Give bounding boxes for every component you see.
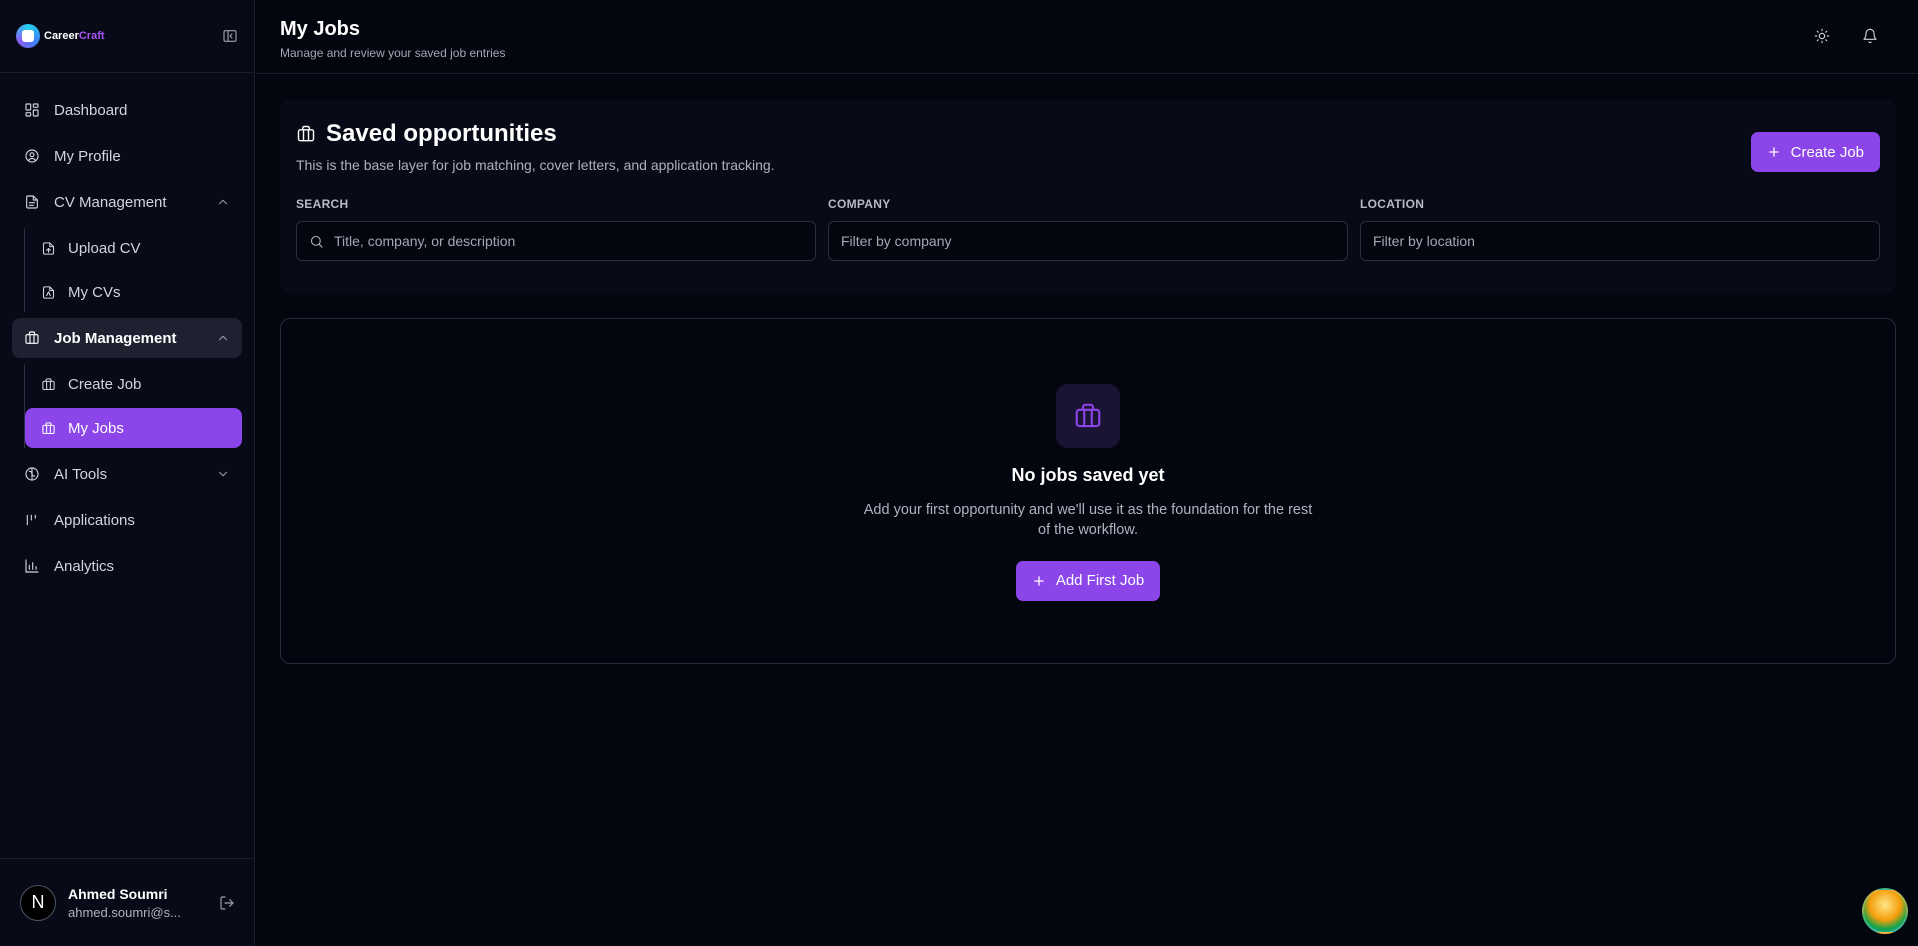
brain-icon <box>24 466 40 482</box>
location-input[interactable] <box>1373 233 1867 249</box>
sun-icon[interactable] <box>1814 28 1830 44</box>
page-subtitle: Manage and review your saved job entries <box>280 46 506 60</box>
plus-icon <box>1032 574 1046 588</box>
search-input[interactable] <box>334 233 803 249</box>
briefcase-icon <box>41 377 56 392</box>
sidebar-item-applications[interactable]: Applications <box>12 500 242 540</box>
sidebar-item-dashboard[interactable]: Dashboard <box>12 90 242 130</box>
chevron-down-icon <box>216 467 230 481</box>
sidebar-item-label: My Profile <box>54 147 121 165</box>
sidebar-item-create-job[interactable]: Create Job <box>25 364 242 404</box>
assistant-avatar-button[interactable] <box>1862 888 1908 934</box>
filter-label: COMPANY <box>828 197 891 211</box>
sidebar-item-label: Upload CV <box>68 239 141 257</box>
sidebar-item-analytics[interactable]: Analytics <box>12 546 242 586</box>
logo-text: CareerCraft <box>44 30 105 42</box>
create-job-label: Create Job <box>1790 143 1864 161</box>
cv-submenu: Upload CV My CVs <box>24 228 242 312</box>
create-job-button[interactable]: Create Job <box>1750 132 1880 172</box>
sidebar-nav: Dashboard My Profile CV Management Uploa… <box>0 73 254 586</box>
sidebar-item-label: My CVs <box>68 283 121 301</box>
empty-state-title: No jobs saved yet <box>1011 465 1165 485</box>
search-filter: SEARCH <box>296 197 816 261</box>
logout-icon[interactable] <box>219 895 235 911</box>
profile-icon <box>24 148 40 164</box>
avatar[interactable]: N <box>20 884 56 921</box>
file-upload-icon <box>41 241 56 256</box>
bell-icon[interactable] <box>1862 28 1878 44</box>
document-icon <box>24 194 40 210</box>
briefcase-icon <box>24 330 40 346</box>
sidebar-item-label: Applications <box>54 511 135 529</box>
add-first-job-label: Add First Job <box>1055 572 1145 590</box>
sidebar-item-label: Analytics <box>54 557 115 575</box>
sidebar: CareerCraft Dashboard My Profile CV Mana… <box>0 0 255 946</box>
chevron-up-icon <box>216 195 230 209</box>
user-email: ahmed.soumri@s... <box>68 904 181 920</box>
company-input[interactable] <box>841 233 1335 249</box>
panel-subtitle: This is the base layer for job matching,… <box>296 157 775 173</box>
sidebar-item-ai-tools[interactable]: AI Tools <box>12 454 242 494</box>
page-title: My Jobs <box>280 18 361 40</box>
sidebar-collapse-icon[interactable] <box>222 28 238 44</box>
filters: SEARCH COMPANY LOCATION <box>296 197 1880 261</box>
job-submenu: Create Job My Jobs <box>24 364 242 448</box>
briefcase-icon <box>41 421 56 436</box>
panel-title: Saved opportunities <box>326 120 557 147</box>
logo[interactable]: CareerCraft <box>16 24 105 48</box>
sidebar-item-upload-cv[interactable]: Upload CV <box>25 228 242 268</box>
user-card: N Ahmed Soumri ahmed.soumri@s... <box>0 858 255 946</box>
search-input-wrapper <box>296 221 816 261</box>
location-filter: LOCATION <box>1360 197 1880 261</box>
panel-title-row: Saved opportunities <box>296 120 1880 148</box>
applications-icon <box>24 512 40 528</box>
user-info: Ahmed Soumri ahmed.soumri@s... <box>68 886 181 920</box>
sidebar-item-label: AI Tools <box>54 465 108 483</box>
company-input-wrapper <box>828 221 1348 261</box>
page-header: My Jobs Manage and review your saved job… <box>256 0 1918 74</box>
company-filter: COMPANY <box>828 197 1348 261</box>
briefcase-icon <box>296 124 316 144</box>
empty-state-text: Add your first opportunity and we'll use… <box>863 502 1313 539</box>
chevron-up-icon <box>216 331 230 345</box>
sidebar-item-my-jobs[interactable]: My Jobs <box>25 408 242 448</box>
brand-bar: CareerCraft <box>0 0 254 73</box>
sidebar-item-my-profile[interactable]: My Profile <box>12 136 242 176</box>
file-icon <box>41 285 56 300</box>
search-icon <box>309 234 324 249</box>
user-name: Ahmed Soumri <box>68 885 168 902</box>
sidebar-item-label: Create Job <box>68 375 142 393</box>
add-first-job-button[interactable]: Add First Job <box>1015 560 1161 601</box>
sidebar-item-label: Job Management <box>54 329 177 347</box>
plus-icon <box>1767 145 1781 159</box>
sidebar-item-label: CV Management <box>54 193 167 211</box>
location-input-wrapper <box>1360 221 1880 261</box>
sidebar-item-label: Dashboard <box>54 101 128 119</box>
filter-label: LOCATION <box>1360 197 1425 211</box>
empty-state: No jobs saved yet Add your first opportu… <box>280 318 1896 664</box>
chart-icon <box>24 558 40 574</box>
briefcase-icon <box>1056 384 1120 448</box>
dashboard-icon <box>24 102 40 118</box>
sidebar-item-my-cvs[interactable]: My CVs <box>25 272 242 312</box>
header-actions <box>1814 28 1878 44</box>
sidebar-item-label: My Jobs <box>68 419 124 437</box>
filter-label: SEARCH <box>296 197 349 211</box>
saved-opportunities-panel: Saved opportunities This is the base lay… <box>280 100 1896 293</box>
logo-mark <box>16 24 40 48</box>
sidebar-item-cv-management[interactable]: CV Management <box>12 182 242 222</box>
sidebar-item-job-management[interactable]: Job Management <box>12 318 242 358</box>
